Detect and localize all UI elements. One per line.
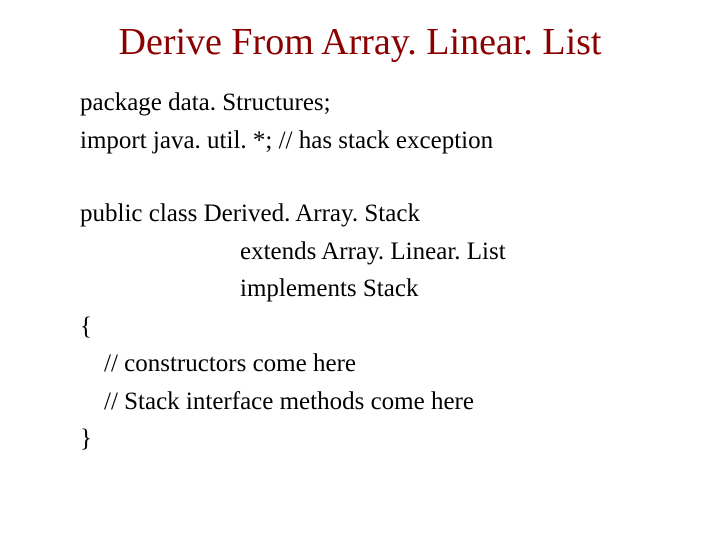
spacer — [80, 159, 640, 195]
code-line-comment-methods: // Stack interface methods come here — [80, 383, 640, 421]
code-line-comment-constructors: // constructors come here — [80, 345, 640, 383]
code-line-open-brace: { — [80, 308, 640, 346]
code-line-implements: implements Stack — [80, 270, 640, 308]
code-line-package: package data. Structures; — [80, 84, 640, 122]
code-line-class-decl: public class Derived. Array. Stack — [80, 195, 640, 233]
slide-title: Derive From Array. Linear. List — [80, 20, 640, 64]
code-line-import: import java. util. *; // has stack excep… — [80, 122, 640, 160]
code-line-extends: extends Array. Linear. List — [80, 233, 640, 271]
code-line-close-brace: } — [80, 420, 640, 458]
